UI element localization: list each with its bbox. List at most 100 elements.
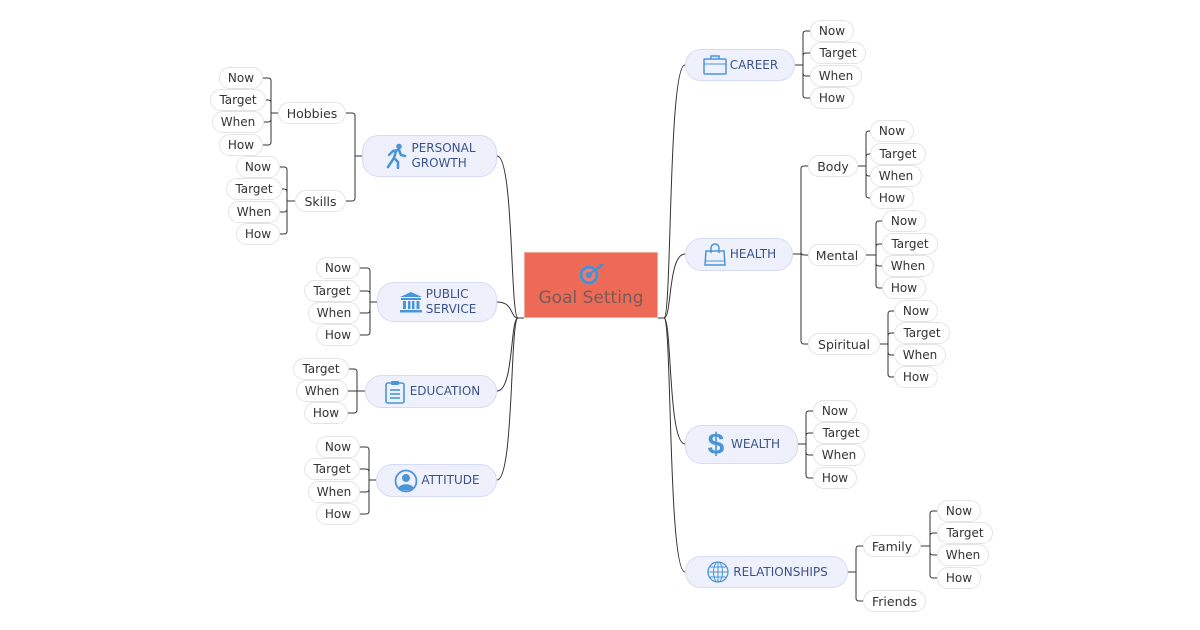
leaf-node[interactable]: When [937,544,989,566]
leaf-node[interactable]: When [308,302,360,324]
subtopic-family[interactable]: Family [863,535,921,557]
branch-personal-growth[interactable]: PERSONAL GROWTH [362,135,497,177]
central-to-branch-line [658,253,686,319]
leaf-node[interactable]: Target [293,358,349,380]
leaf-node[interactable]: When [810,65,862,87]
bracket-branch [800,340,808,345]
branch-label: WEALTH [730,437,781,451]
briefcase-icon [702,52,728,78]
leaf-node[interactable]: Now [219,67,263,89]
bracket-branch [360,331,371,336]
subtopic-friends[interactable]: Friends [863,590,926,612]
branch-public-service[interactable]: PUBLIC SERVICE [377,282,497,322]
bracket-branch [929,532,937,537]
bracket-branch [360,468,370,473]
bracket-branch [346,112,356,117]
bracket-branch [802,52,810,57]
leaf-node[interactable]: When [228,201,280,223]
leaf-node[interactable]: When [212,111,264,133]
leaf-node[interactable]: Now [236,156,280,178]
bracket-branch [802,94,810,99]
leaf-node[interactable]: Target [304,280,360,302]
bracket-branch [282,188,288,193]
leaf-node[interactable]: Target [304,458,360,480]
leaf-node[interactable]: Target [226,178,282,200]
leaf-node[interactable]: Now [882,210,926,232]
leaf-node[interactable]: When [813,444,865,466]
bracket-branch [360,290,371,295]
leaf-node[interactable]: Target [937,522,993,544]
subtopic-skills[interactable]: Skills [295,190,346,212]
leaf-node[interactable]: Target [810,42,866,64]
central-to-branch-line [496,301,524,319]
leaf-node[interactable]: How [894,366,938,388]
bracket-branch [805,474,813,479]
central-topic[interactable]: Goal Setting [524,252,658,318]
leaf-node[interactable]: Now [316,436,360,458]
central-to-branch-line [496,155,524,319]
leaf-node[interactable]: Now [894,300,938,322]
branch-health[interactable]: HEALTH [685,238,793,271]
leaf-node[interactable]: How [219,134,263,156]
bracket-branch [802,30,810,35]
bracket-branch [263,141,272,146]
leaf-node[interactable]: When [308,481,360,503]
leaf-node[interactable]: Target [894,322,950,344]
user-circle-icon [393,468,419,494]
bracket-branch [346,197,356,202]
bracket-branch [855,545,863,550]
leaf-node[interactable]: Now [813,400,857,422]
branch-label: RELATIONSHIPS [733,564,828,579]
dollar-icon: $ [707,428,725,461]
leaf-node[interactable]: How [810,87,854,109]
leaf-node[interactable]: How [304,402,348,424]
leaf-node[interactable]: When [296,380,348,402]
leaf-node[interactable]: How [236,223,280,245]
target-icon [576,262,606,286]
leaf-node[interactable]: Target [210,89,266,111]
branch-label: ATTITUDE [421,473,480,487]
branch-career[interactable]: CAREER [685,49,795,81]
bracket-branch [360,510,370,515]
leaf-node[interactable]: Now [937,500,981,522]
globe-icon [705,559,731,585]
leaf-node[interactable]: When [882,255,934,277]
leaf-node[interactable]: How [870,187,914,209]
subtopic-body[interactable]: Body [808,155,858,177]
leaf-node[interactable]: Target [882,233,938,255]
branch-attitude[interactable]: ATTITUDE [376,464,497,497]
leaf-node[interactable]: How [316,324,360,346]
bracket-branch [264,118,272,123]
bracket-branch [280,166,288,171]
leaf-node[interactable]: Target [870,143,926,165]
branch-label: HEALTH [729,247,777,261]
mind-map-canvas: Goal Setting CAREER HEALTH $ WEALTH RELA… [0,0,1200,630]
leaf-node[interactable]: How [882,277,926,299]
branch-relationships[interactable]: RELATIONSHIPS [685,556,848,588]
central-to-branch-line [658,317,686,573]
shopping-bag-icon [702,242,728,268]
leaf-node[interactable]: How [937,567,981,589]
bracket-branch [360,267,371,272]
leaf-node[interactable]: Target [813,422,869,444]
subtopic-spiritual[interactable]: Spiritual [808,333,880,355]
leaf-node[interactable]: When [870,165,922,187]
leaf-node[interactable]: When [894,344,946,366]
leaf-node[interactable]: Now [870,120,914,142]
branch-education[interactable]: EDUCATION [365,375,497,408]
bracket-branch [348,409,358,414]
subtopic-hobbies[interactable]: Hobbies [278,102,346,124]
leaf-node[interactable]: Now [316,257,360,279]
central-to-branch-line [496,317,524,481]
branch-label: PERSONAL GROWTH [411,141,476,170]
subtopic-mental[interactable]: Mental [808,244,866,266]
branch-label: PUBLIC SERVICE [425,287,477,316]
central-to-branch-line [496,317,524,392]
bracket-branch [929,574,937,579]
bracket-branch [929,551,937,556]
leaf-node[interactable]: Now [810,20,854,42]
branch-wealth[interactable]: $ WEALTH [685,425,798,464]
leaf-node[interactable]: How [813,467,857,489]
bracket-branch [800,165,808,170]
leaf-node[interactable]: How [316,503,360,525]
